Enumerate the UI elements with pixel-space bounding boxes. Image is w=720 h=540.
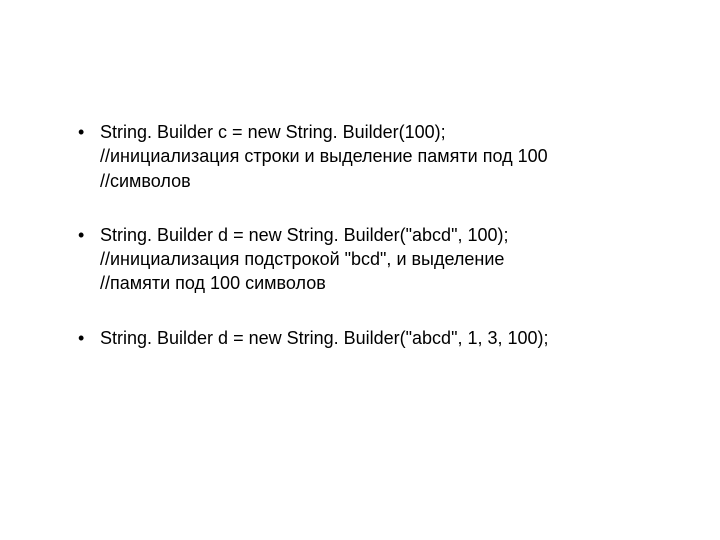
code-line: //инициализация строки и выделение памят…: [100, 144, 660, 168]
code-line: //символов: [100, 169, 660, 193]
list-item: String. Builder d = new String. Builder(…: [60, 223, 660, 296]
code-line: String. Builder d = new String. Builder(…: [100, 326, 660, 350]
code-line: String. Builder d = new String. Builder(…: [100, 223, 660, 247]
code-line: //памяти под 100 символов: [100, 271, 660, 295]
code-line: //инициализация подстрокой "bcd", и выде…: [100, 247, 660, 271]
code-line: String. Builder c = new String. Builder(…: [100, 120, 660, 144]
list-item: String. Builder c = new String. Builder(…: [60, 120, 660, 193]
list-item: String. Builder d = new String. Builder(…: [60, 326, 660, 350]
bullet-list: String. Builder c = new String. Builder(…: [60, 120, 660, 350]
